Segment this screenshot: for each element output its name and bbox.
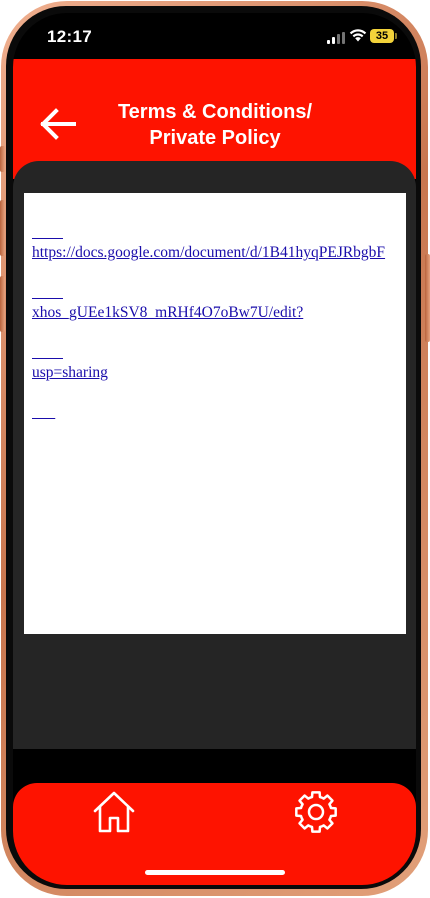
document-link-line-3[interactable]: usp=sharing bbox=[32, 363, 406, 383]
document-link-line-2[interactable]: xhos_gUEe1kSV8_mRHf4O7oBw7U/edit? bbox=[32, 303, 406, 323]
document-link[interactable]: https://docs.google.com/document/d/1B41h… bbox=[32, 203, 406, 423]
status-bar: 12:17 35 bbox=[13, 13, 416, 59]
status-time: 12:17 bbox=[47, 27, 92, 46]
page-title: Terms & Conditions/ Private Policy bbox=[97, 99, 333, 151]
bottom-nav bbox=[13, 783, 416, 885]
page-title-line-2: Private Policy bbox=[149, 127, 281, 149]
cellular-signal-icon bbox=[327, 32, 345, 44]
phone-volume-up-button bbox=[0, 200, 5, 256]
phone-power-button bbox=[425, 254, 430, 342]
document-link-line-1[interactable]: https://docs.google.com/document/d/1B41h… bbox=[32, 243, 406, 263]
content-panel: https://docs.google.com/document/d/1B41h… bbox=[13, 161, 416, 749]
nav-home-button[interactable] bbox=[91, 789, 137, 835]
phone-action-button bbox=[0, 146, 5, 172]
settings-icon bbox=[295, 791, 337, 833]
phone-screen: 12:17 35 Terms & Conditions/ Private Pol… bbox=[13, 13, 416, 885]
home-icon bbox=[93, 791, 135, 833]
battery-tip bbox=[395, 33, 397, 39]
phone-volume-down-button bbox=[0, 276, 5, 332]
wifi-icon bbox=[349, 29, 367, 42]
home-indicator bbox=[145, 870, 285, 875]
nav-settings-button[interactable] bbox=[291, 787, 341, 837]
back-button[interactable] bbox=[38, 107, 78, 141]
page-title-line-1: Terms & Conditions/ bbox=[117, 101, 313, 123]
arrow-left-icon bbox=[40, 108, 76, 140]
battery-icon: 35 bbox=[370, 29, 394, 43]
document-webview[interactable]: https://docs.google.com/document/d/1B41h… bbox=[24, 193, 406, 634]
